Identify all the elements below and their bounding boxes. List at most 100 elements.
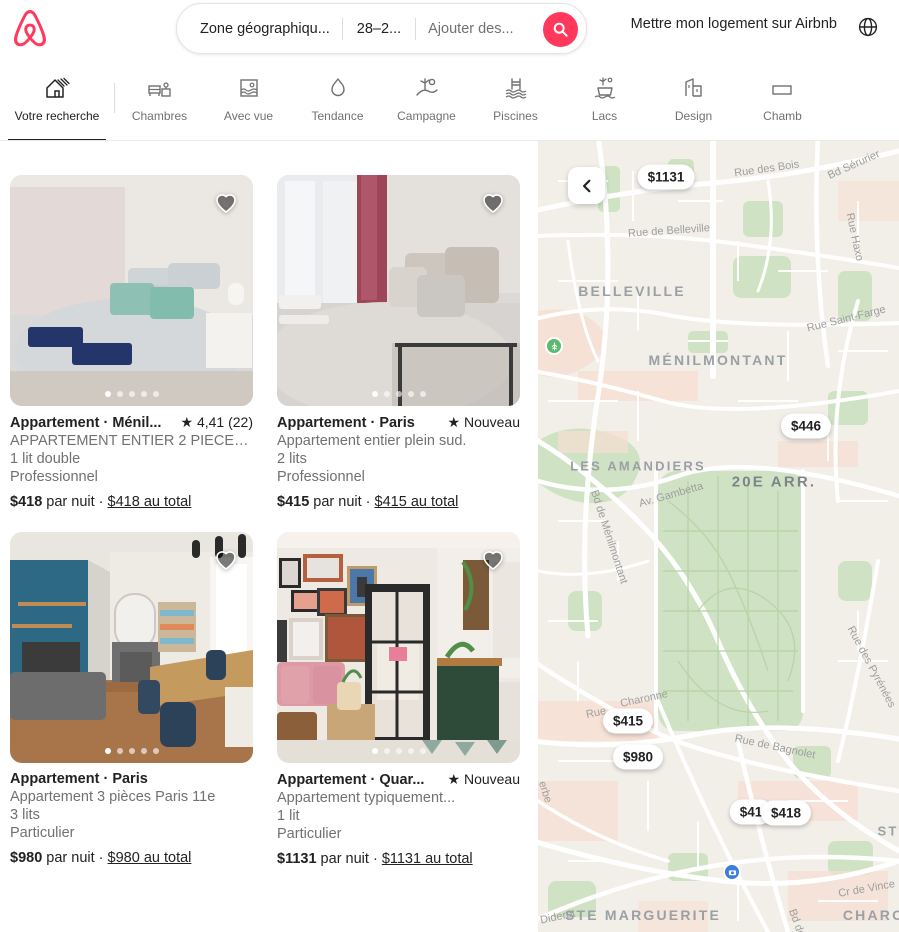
map-price-pin[interactable]: $446: [780, 413, 832, 439]
chevron-left-icon: [582, 179, 590, 192]
photo-carousel-dots[interactable]: [10, 748, 253, 754]
category-item-design[interactable]: Design: [649, 61, 738, 140]
bed-nightstand-icon: [147, 82, 171, 97]
listing-photo[interactable]: [277, 532, 520, 763]
favorite-heart-icon[interactable]: [480, 189, 506, 215]
search-dates-value: 28–2...: [356, 20, 402, 37]
carousel-dot[interactable]: [383, 748, 390, 754]
listing-card[interactable]: Appartement · Paris ★ Nouveau Appartemen…: [277, 175, 520, 510]
carousel-dot[interactable]: [140, 748, 147, 754]
listing-price-night: $415: [277, 494, 310, 510]
carousel-dot[interactable]: [407, 391, 414, 397]
design-building-icon: [684, 78, 702, 97]
listing-host-type: Professionnel: [277, 469, 365, 485]
listing-beds: 1 lit double: [10, 451, 81, 467]
favorite-heart-icon[interactable]: [480, 546, 506, 572]
category-label: Votre recherche: [14, 109, 100, 123]
countryside-icon: [415, 78, 438, 96]
listing-photo[interactable]: [10, 175, 253, 406]
search-where-segment[interactable]: Zone géographiqu...: [177, 4, 342, 53]
category-label: Chambres: [131, 109, 188, 123]
park-marker-icon[interactable]: [545, 337, 563, 355]
category-item-campagne[interactable]: Campagne: [382, 61, 471, 140]
listing-title-row: Appartement · Paris ★ Nouveau: [277, 414, 520, 431]
carousel-dot[interactable]: [128, 748, 135, 754]
category-label: Chamb: [763, 109, 802, 123]
photo-marker-icon[interactable]: [723, 863, 741, 881]
carousel-dot[interactable]: [407, 748, 414, 754]
become-host-link[interactable]: Mettre mon logement sur Airbnb: [631, 16, 837, 32]
search-guests-segment[interactable]: Ajouter des...: [416, 4, 525, 53]
carousel-dot[interactable]: [152, 748, 159, 754]
category-item-chambres[interactable]: Chambres: [115, 61, 204, 140]
pool-icon: [505, 78, 526, 99]
map-price-pin[interactable]: $980: [612, 744, 664, 770]
category-item-avec-vue[interactable]: Avec vue: [204, 61, 293, 140]
listing-card[interactable]: Appartement · Quar... ★ Nouveau Appartem…: [277, 532, 520, 867]
category-bar[interactable]: Votre recherche Chambres Avec vue Tendan…: [0, 61, 899, 141]
map-price-pin[interactable]: $418: [760, 800, 812, 826]
airbnb-logo[interactable]: [8, 6, 52, 52]
listing-price-total[interactable]: $1131 au total: [382, 851, 473, 867]
listing-card[interactable]: Appartement · Paris Appartement 3 pièces…: [10, 532, 253, 867]
category-item-lacs[interactable]: Lacs: [560, 61, 649, 140]
category-label: Design: [674, 109, 713, 123]
carousel-dot[interactable]: [371, 391, 378, 397]
category-item-chambres-2[interactable]: Chamb: [738, 61, 827, 140]
listing-price: $415 par nuit · $415 au total: [277, 494, 520, 510]
leaf-glyph-icon: [551, 341, 557, 351]
carousel-dot[interactable]: [419, 748, 426, 754]
category-item-votre-recherche[interactable]: Votre recherche: [0, 61, 114, 140]
listing-price-suffix: par nuit ·: [309, 494, 375, 510]
map-panel[interactable]: BELLEVILLE MÉNILMONTANT LES AMANDIERS 20…: [538, 141, 899, 932]
listing-info: Appartement · Quar... ★ Nouveau Appartem…: [277, 763, 520, 867]
photo-carousel-dots[interactable]: [277, 391, 520, 397]
map-price-pin[interactable]: $415: [602, 708, 654, 734]
listing-price-night: $1131: [277, 851, 317, 867]
listing-photo[interactable]: [277, 175, 520, 406]
listing-info: Appartement · Ménil... ★ 4,41 (22) APPAR…: [10, 406, 253, 510]
carousel-dot[interactable]: [128, 391, 135, 397]
map-canvas[interactable]: [538, 141, 899, 932]
carousel-dot[interactable]: [104, 391, 111, 397]
listing-price-total[interactable]: $418 au total: [108, 494, 192, 510]
search-dates-segment[interactable]: 28–2...: [343, 4, 415, 53]
carousel-dot[interactable]: [419, 391, 426, 397]
photo-carousel-dots[interactable]: [277, 748, 520, 754]
listing-title-row: Appartement · Quar... ★ Nouveau: [277, 771, 520, 788]
listing-title-row: Appartement · Paris: [10, 771, 253, 787]
search-bar[interactable]: Zone géographiqu... 28–2... Ajouter des.…: [176, 3, 587, 54]
listing-price-total[interactable]: $980 au total: [108, 850, 192, 866]
search-submit-button[interactable]: [543, 12, 578, 47]
carousel-dot[interactable]: [383, 391, 390, 397]
listing-subtitle: Appartement 3 pièces Paris 11e: [10, 789, 216, 805]
listing-price: $418 par nuit · $418 au total: [10, 494, 253, 510]
listing-host-type: Professionnel: [10, 469, 98, 485]
language-globe-button[interactable]: [855, 14, 881, 40]
listing-price-suffix: par nuit ·: [42, 850, 108, 866]
photo-carousel-dots[interactable]: [10, 391, 253, 397]
listing-photo[interactable]: [10, 532, 253, 763]
favorite-heart-icon[interactable]: [213, 546, 239, 572]
favorite-heart-icon[interactable]: [213, 189, 239, 215]
carousel-dot[interactable]: [395, 748, 402, 754]
listing-card[interactable]: Appartement · Ménil... ★ 4,41 (22) APPAR…: [10, 175, 253, 510]
carousel-dot[interactable]: [116, 391, 123, 397]
map-collapse-button[interactable]: [568, 167, 605, 204]
carousel-dot[interactable]: [152, 391, 159, 397]
category-item-piscines[interactable]: Piscines: [471, 61, 560, 140]
listing-price-total[interactable]: $415 au total: [375, 494, 459, 510]
listing-beds: 2 lits: [277, 451, 307, 467]
carousel-dot[interactable]: [116, 748, 123, 754]
category-label: Lacs: [591, 109, 618, 123]
flame-icon: [330, 78, 345, 97]
listing-price: $1131 par nuit · $1131 au total: [277, 851, 520, 867]
category-item-tendance[interactable]: Tendance: [293, 61, 382, 140]
carousel-dot[interactable]: [140, 391, 147, 397]
carousel-dot[interactable]: [104, 748, 111, 754]
carousel-dot[interactable]: [395, 391, 402, 397]
carousel-dot[interactable]: [371, 748, 378, 754]
camera-glyph-icon: [728, 869, 736, 875]
map-price-pin[interactable]: $1131: [637, 164, 695, 190]
lake-icon: [594, 77, 615, 99]
